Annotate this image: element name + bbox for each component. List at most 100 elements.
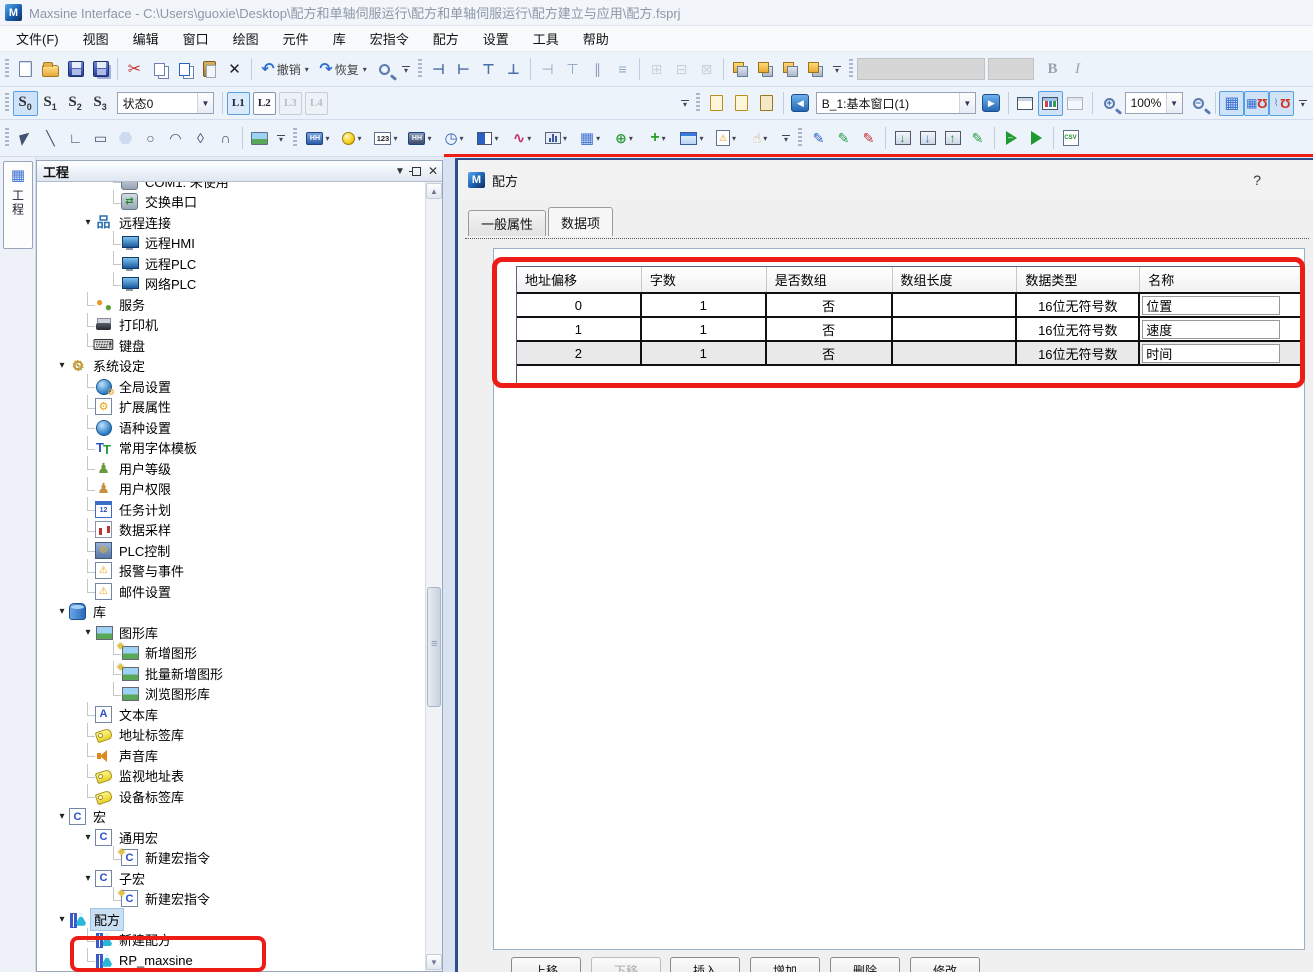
- toolbar-overflow-button[interactable]: ▾: [830, 66, 844, 73]
- table-cell[interactable]: 0: [517, 294, 642, 316]
- expand-arrow-icon[interactable]: ▾: [81, 627, 95, 638]
- table-row[interactable]: 01否16位无符号数: [517, 294, 1300, 318]
- tree-item[interactable]: 扩展属性: [37, 397, 425, 418]
- touch-element-button[interactable]: ☝▾: [743, 126, 777, 151]
- table-cell[interactable]: [1140, 318, 1300, 340]
- trend-curve-element-button[interactable]: ∿▾: [505, 126, 539, 151]
- tab-一般属性[interactable]: 一般属性: [468, 210, 546, 236]
- tree-item[interactable]: 交换串口: [37, 192, 425, 213]
- show-grid-button[interactable]: ▦: [1219, 91, 1244, 116]
- valve-element-button[interactable]: ⊕▾: [607, 126, 641, 151]
- macro-check-all-button[interactable]: ✎: [831, 126, 856, 151]
- expand-arrow-icon[interactable]: ▾: [55, 914, 69, 925]
- zoom-in-button[interactable]: +: [1097, 91, 1122, 116]
- scroll-down-icon[interactable]: ▼: [426, 954, 442, 970]
- redo-button[interactable]: ↷恢复▾: [314, 57, 372, 82]
- cut-button[interactable]: ✂: [122, 57, 147, 82]
- table-cell[interactable]: [893, 342, 1018, 364]
- snap-grid-button[interactable]: ▦Ω: [1244, 91, 1269, 116]
- table-cell[interactable]: [893, 318, 1018, 340]
- column-header[interactable]: 数组长度: [893, 267, 1018, 292]
- expand-arrow-icon[interactable]: ▾: [55, 606, 69, 617]
- align-v-center-button[interactable]: ⊤: [560, 57, 585, 82]
- download-button[interactable]: ↓: [890, 126, 915, 151]
- tree-item[interactable]: ▾配方: [37, 909, 425, 930]
- dialog-button[interactable]: 上移: [511, 957, 581, 972]
- align-right-button[interactable]: ⊢: [451, 57, 476, 82]
- tree-item[interactable]: 服务: [37, 294, 425, 315]
- alarm-list-element-button[interactable]: ⚠▾: [709, 126, 743, 151]
- tree-item[interactable]: ▾宏: [37, 807, 425, 828]
- tree-item[interactable]: 键盘: [37, 335, 425, 356]
- tree-item[interactable]: ▾图形库: [37, 622, 425, 643]
- distribute-h-button[interactable]: ∥: [585, 57, 610, 82]
- name-input[interactable]: [1142, 344, 1280, 363]
- menu-item[interactable]: 配方: [421, 26, 471, 51]
- tree-item[interactable]: 用户权限: [37, 479, 425, 500]
- tree-item[interactable]: ▾子宏: [37, 868, 425, 889]
- toolbar-grip[interactable]: [696, 93, 700, 113]
- polyline-tool-button[interactable]: ∟: [63, 126, 88, 151]
- tree-scrollbar[interactable]: ▲ ▼: [425, 182, 442, 971]
- tree-item[interactable]: COM1: 未使用: [37, 182, 425, 192]
- tree-item[interactable]: 新建宏指令: [37, 889, 425, 910]
- toolbar-grip[interactable]: [849, 59, 853, 79]
- bring-to-front-button[interactable]: [728, 57, 753, 82]
- expand-arrow-icon[interactable]: ▾: [55, 811, 69, 822]
- tree-item[interactable]: 远程HMI: [37, 233, 425, 254]
- state-select[interactable]: 状态0▼: [117, 92, 214, 114]
- csv-export-button[interactable]: CSV: [1058, 126, 1083, 151]
- pack-button[interactable]: ✎: [965, 126, 990, 151]
- menu-item[interactable]: 库: [321, 26, 358, 51]
- toolbar-overflow-button[interactable]: ▾: [779, 135, 793, 142]
- language-button-L2[interactable]: L2: [253, 92, 276, 115]
- tree-item[interactable]: 远程PLC: [37, 253, 425, 274]
- column-header[interactable]: 是否数组: [767, 267, 893, 292]
- state-button-S2[interactable]: S2: [63, 91, 88, 116]
- toolbar-grip[interactable]: [5, 93, 9, 113]
- zoom-level-select[interactable]: 100%▼: [1125, 92, 1183, 114]
- undo-button[interactable]: ↶撤销▾: [256, 57, 314, 82]
- column-header[interactable]: 字数: [642, 267, 767, 292]
- toolbar-overflow-button[interactable]: ▾: [1296, 100, 1309, 107]
- window-select[interactable]: B_1:基本窗口(1)▼: [816, 92, 976, 114]
- tree-item[interactable]: 设备标签库: [37, 786, 425, 807]
- tree-item[interactable]: 语种设置: [37, 417, 425, 438]
- column-header[interactable]: 地址偏移: [517, 267, 642, 292]
- name-input[interactable]: [1142, 296, 1280, 315]
- dialog-button[interactable]: 下移: [591, 957, 661, 972]
- tree-item[interactable]: PLC控制: [37, 540, 425, 561]
- download-usb-button[interactable]: ↓: [915, 126, 940, 151]
- snap-line-button[interactable]: ⌇Ω: [1269, 91, 1294, 116]
- font-size-select[interactable]: [988, 58, 1034, 80]
- toolbar-grip[interactable]: [798, 128, 802, 148]
- tree-item[interactable]: 网络PLC: [37, 274, 425, 295]
- tree-item[interactable]: 监视地址表: [37, 766, 425, 787]
- panel-menu-icon[interactable]: ▼: [395, 166, 405, 177]
- menu-item[interactable]: 帮助: [571, 26, 621, 51]
- menu-item[interactable]: 宏指令: [358, 26, 421, 51]
- numeric-element-button[interactable]: 123▾: [369, 126, 403, 151]
- table-element-button[interactable]: ▦▾: [573, 126, 607, 151]
- column-header[interactable]: 数据类型: [1017, 267, 1140, 292]
- macro-clear-button[interactable]: ✎: [856, 126, 881, 151]
- select-tool-button[interactable]: ◤: [13, 126, 38, 151]
- dialog-button[interactable]: 增加: [750, 957, 820, 972]
- align-top-button[interactable]: ⊤: [476, 57, 501, 82]
- same-height-button[interactable]: ⊟: [669, 57, 694, 82]
- expand-arrow-icon[interactable]: ▾: [81, 873, 95, 884]
- language-button-L1[interactable]: L1: [227, 92, 250, 115]
- same-size-button[interactable]: ⊠: [694, 57, 719, 82]
- window-preview-button[interactable]: [1038, 91, 1063, 116]
- upload-button[interactable]: ↑: [940, 126, 965, 151]
- window-properties-button[interactable]: [754, 91, 779, 116]
- table-cell[interactable]: 16位无符号数: [1017, 342, 1140, 364]
- scroll-up-icon[interactable]: ▲: [426, 183, 442, 199]
- window-jump-button[interactable]: [1063, 91, 1088, 116]
- lamp-element-button[interactable]: ▾: [335, 126, 369, 151]
- open-file-button[interactable]: [38, 57, 63, 82]
- online-simulation-button[interactable]: [1024, 126, 1049, 151]
- offline-simulation-button[interactable]: [999, 126, 1024, 151]
- menu-item[interactable]: 窗口: [171, 26, 221, 51]
- arc-tool-button[interactable]: ◠: [163, 126, 188, 151]
